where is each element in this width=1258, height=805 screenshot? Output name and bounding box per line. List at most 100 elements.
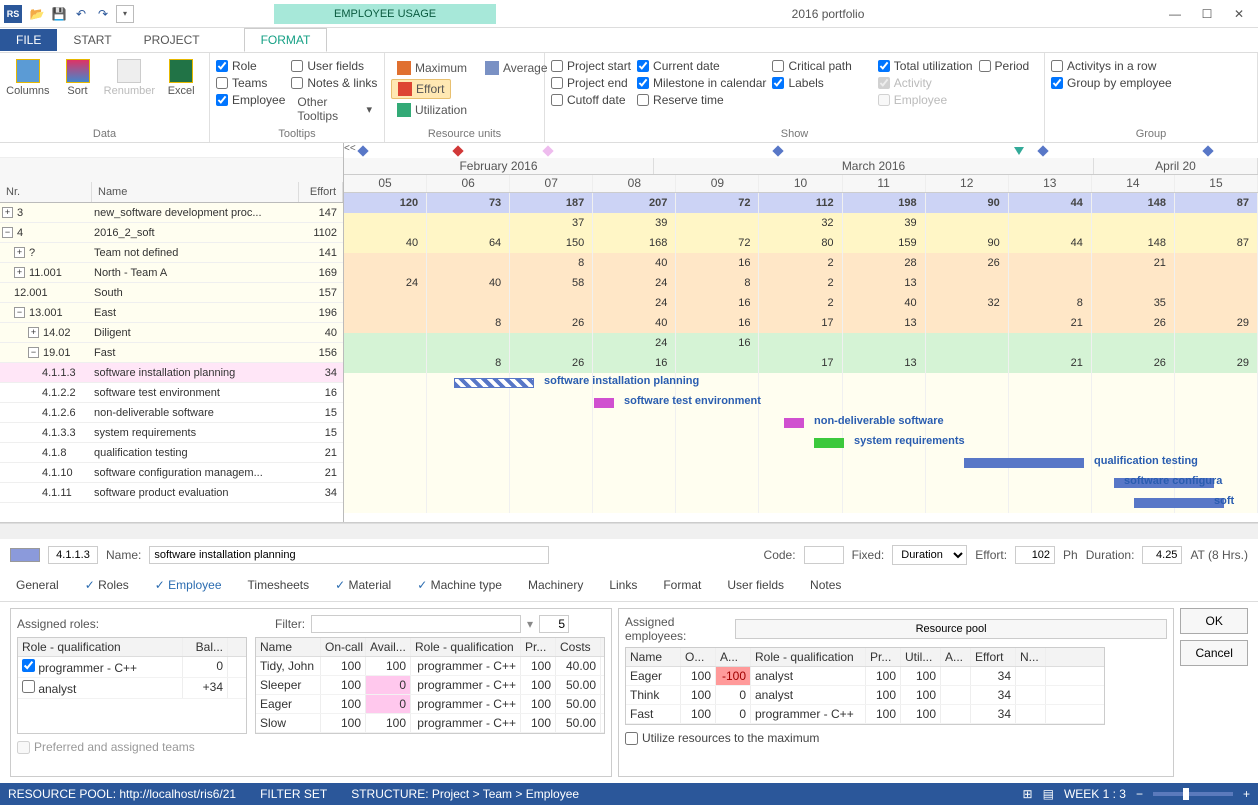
chk-show-employee[interactable]: Employee (878, 93, 973, 107)
qat-dropdown-icon[interactable]: ▾ (116, 5, 134, 23)
detail-name-field[interactable] (149, 546, 549, 564)
emp-row[interactable]: Eager100-100analyst10010034 (626, 667, 1104, 686)
columns-button[interactable]: Columns (6, 59, 50, 97)
filter-row[interactable]: Eager1000programmer - C++10050.00 (256, 695, 604, 714)
renumber-button[interactable]: Renumber (105, 59, 153, 97)
filter-count-field[interactable] (539, 615, 569, 633)
expand-toggle[interactable]: + (28, 327, 39, 338)
detail-tab-timesheets[interactable]: Timesheets (242, 575, 316, 595)
expand-toggle[interactable]: + (2, 207, 13, 218)
tree-row[interactable]: 4.1.3.3system requirements15 (0, 423, 343, 443)
excel-button[interactable]: Excel (159, 59, 203, 97)
tab-project[interactable]: PROJECT (128, 29, 216, 51)
close-button[interactable]: ✕ (1224, 4, 1254, 24)
average-button[interactable]: Average (479, 59, 553, 77)
expand-toggle[interactable]: + (14, 267, 25, 278)
chk-project-start[interactable]: Project start (551, 59, 631, 73)
undo-icon[interactable]: ↶ (72, 5, 90, 23)
layout-icon[interactable]: ▤ (1043, 787, 1054, 801)
chk-reserve[interactable]: Reserve time (637, 93, 766, 107)
h-scrollbar[interactable] (0, 523, 1258, 539)
chk-current-date[interactable]: Current date (637, 59, 766, 73)
expand-toggle[interactable]: − (2, 227, 13, 238)
gantt-bar[interactable] (454, 378, 534, 388)
chk-noteslinks[interactable]: Notes & links (291, 76, 378, 90)
detail-tab-format[interactable]: Format (657, 575, 707, 595)
detail-effort-field[interactable] (1015, 546, 1055, 564)
chk-labels[interactable]: Labels (772, 76, 851, 90)
gantt-bar[interactable] (1134, 498, 1224, 508)
detail-tab-material[interactable]: Material (329, 575, 397, 595)
filter-row[interactable]: Sleeper1000programmer - C++10050.00 (256, 676, 604, 695)
maximize-button[interactable]: ☐ (1192, 4, 1222, 24)
chk-period[interactable]: Period (979, 59, 1030, 73)
tree-row[interactable]: −42016_2_soft1102 (0, 223, 343, 243)
expand-toggle[interactable]: + (14, 247, 25, 258)
view-mode-icon[interactable]: ⊞ (1023, 787, 1033, 801)
open-icon[interactable]: 📂 (28, 5, 46, 23)
chk-employee[interactable]: Employee (216, 93, 285, 107)
detail-tab-user-fields[interactable]: User fields (721, 575, 790, 595)
chk-userfields[interactable]: User fields (291, 59, 378, 73)
chk-group-by-emp[interactable]: Group by employee (1051, 76, 1172, 90)
chk-cutoff[interactable]: Cutoff date (551, 93, 631, 107)
expand-toggle[interactable]: − (28, 347, 39, 358)
detail-fixed-select[interactable]: Duration (892, 545, 967, 565)
detail-tab-machine-type[interactable]: Machine type (411, 575, 508, 595)
save-icon[interactable]: 💾 (50, 5, 68, 23)
detail-code-field[interactable] (804, 546, 844, 564)
tree-row[interactable]: 4.1.2.6non-deliverable software15 (0, 403, 343, 423)
chk-ms-calendar[interactable]: Milestone in calendar (637, 76, 766, 90)
detail-tab-employee[interactable]: Employee (149, 575, 228, 595)
detail-duration-field[interactable] (1142, 546, 1182, 564)
chk-critical-path[interactable]: Critical path (772, 59, 851, 73)
chk-activities-row[interactable]: Activitys in a row (1051, 59, 1172, 73)
tree-row[interactable]: 4.1.11software product evaluation34 (0, 483, 343, 503)
tree-row[interactable]: 4.1.8qualification testing21 (0, 443, 343, 463)
tree-row[interactable]: +?Team not defined141 (0, 243, 343, 263)
role-row[interactable]: programmer - C++0 (18, 657, 246, 678)
zoom-slider[interactable] (1153, 792, 1233, 796)
tab-format[interactable]: FORMAT (244, 28, 328, 52)
hdr-name[interactable]: Name (92, 182, 299, 202)
tree-row[interactable]: 4.1.2.2software test environment16 (0, 383, 343, 403)
detail-tab-machinery[interactable]: Machinery (522, 575, 589, 595)
tree-row[interactable]: +14.02Diligent40 (0, 323, 343, 343)
hdr-nr[interactable]: Nr. (0, 182, 92, 202)
gantt-bar[interactable] (784, 418, 804, 428)
hdr-effort[interactable]: Effort (299, 182, 343, 202)
detail-id-field[interactable] (48, 546, 98, 564)
zoom-out-icon[interactable]: − (1136, 787, 1143, 801)
filter-row[interactable]: Tidy, John100100programmer - C++10040.00 (256, 657, 604, 676)
cancel-button[interactable]: Cancel (1180, 640, 1248, 666)
detail-tab-links[interactable]: Links (603, 575, 643, 595)
minimize-button[interactable]: — (1160, 4, 1190, 24)
emp-table[interactable]: NameO...A...Role - qualificationPr...Uti… (625, 647, 1105, 725)
chk-project-end[interactable]: Project end (551, 76, 631, 90)
emp-row[interactable]: Fast1000programmer - C++10010034 (626, 705, 1104, 724)
gantt-bar[interactable] (814, 438, 844, 448)
zoom-in-icon[interactable]: + (1243, 787, 1250, 801)
tab-file[interactable]: FILE (0, 29, 57, 51)
roles-table[interactable]: Role - qualificationBal... programmer - … (17, 637, 247, 734)
gantt-bar[interactable] (964, 458, 1084, 468)
filter-table[interactable]: NameOn-callAvail...Role - qualificationP… (255, 637, 605, 734)
emp-row[interactable]: Think1000analyst10010034 (626, 686, 1104, 705)
sort-button[interactable]: Sort (56, 59, 100, 97)
detail-tab-notes[interactable]: Notes (804, 575, 847, 595)
tree-row[interactable]: −13.001East196 (0, 303, 343, 323)
chk-total-util[interactable]: Total utilization (878, 59, 973, 73)
tree-row[interactable]: +3new_software development proc...147 (0, 203, 343, 223)
role-row[interactable]: analyst+34 (18, 678, 246, 699)
resource-pool-button[interactable]: Resource pool (735, 619, 1168, 639)
chk-utilize-max[interactable] (625, 732, 638, 745)
detail-tab-roles[interactable]: Roles (79, 575, 135, 595)
chk-activity[interactable]: Activity (878, 76, 973, 90)
filter-row[interactable]: Slow100100programmer - C++10050.00 (256, 714, 604, 733)
redo-icon[interactable]: ↷ (94, 5, 112, 23)
tree-row[interactable]: 4.1.10software configuration managem...2… (0, 463, 343, 483)
tree-row[interactable]: +11.001North - Team A169 (0, 263, 343, 283)
chk-role[interactable]: Role (216, 59, 285, 73)
expand-toggle[interactable]: − (14, 307, 25, 318)
ok-button[interactable]: OK (1180, 608, 1248, 634)
